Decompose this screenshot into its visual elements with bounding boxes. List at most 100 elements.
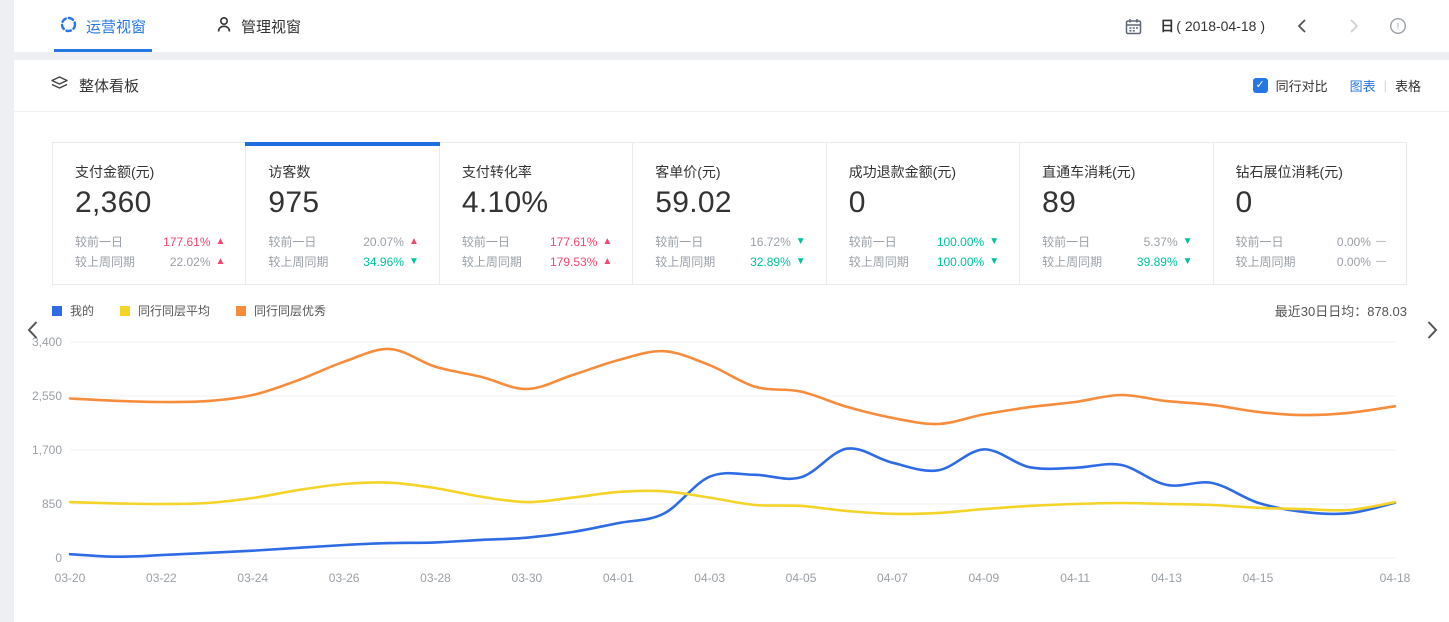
comparison-value: 32.89% (750, 252, 791, 272)
legend-label: 同行同层平均 (138, 302, 210, 319)
date-prev-icon[interactable] (1291, 15, 1313, 37)
comparison-label: 较前一日 (1042, 232, 1090, 252)
flat-arrow-icon: — (1376, 232, 1386, 252)
board-controls: ✓ 同行对比 图表 | 表格 (1253, 76, 1421, 95)
legend-label: 同行同层优秀 (254, 302, 326, 319)
comparison-value: 177.61% (550, 232, 597, 252)
date-range: ( 2018-04-18 ) (1176, 18, 1265, 34)
carousel-next-icon[interactable] (1426, 320, 1439, 345)
legend-swatch (236, 306, 246, 316)
down-arrow-icon: ▼ (1183, 232, 1193, 252)
x-tick-label: 04-03 (694, 571, 725, 585)
peer-compare-label[interactable]: 同行对比 (1276, 76, 1328, 95)
comparison-value: 34.96% (363, 252, 404, 272)
y-tick-label: 850 (42, 497, 62, 511)
management-view-icon (216, 16, 232, 37)
down-arrow-icon: ▼ (796, 252, 806, 272)
down-arrow-icon: ▼ (409, 252, 419, 272)
comparison-value: 0.00% (1337, 252, 1371, 272)
layers-icon (50, 74, 69, 97)
metric-card[interactable]: 钻石展位消耗(元) 0 较前一日 0.00% — 较上周同期 0.00% — (1214, 143, 1406, 284)
x-tick-label: 04-09 (968, 571, 999, 585)
down-arrow-icon: ▼ (989, 232, 999, 252)
legend-item[interactable]: 同行同层平均 (120, 302, 210, 319)
comparison-row: 较上周同期 179.53% ▲ (462, 252, 612, 272)
metric-card[interactable]: 成功退款金额(元) 0 较前一日 100.00% ▼ 较上周同期 100.00%… (827, 143, 1020, 284)
metric-title: 客单价(元) (655, 162, 805, 182)
legend-item[interactable]: 我的 (52, 302, 94, 319)
legend-label: 我的 (70, 302, 94, 319)
comparison-label: 较前一日 (75, 232, 123, 252)
tab-label: 运营视窗 (86, 16, 146, 37)
metric-title: 支付转化率 (462, 162, 612, 182)
svg-text:!: ! (1397, 22, 1400, 33)
info-icon[interactable]: ! (1387, 15, 1409, 37)
chart-legend-row: 我的同行同层平均同行同层优秀 最近30日日均：878.03 (52, 301, 1407, 320)
tab-management-view[interactable]: 管理视窗 (210, 0, 307, 52)
up-arrow-icon: ▲ (216, 252, 226, 272)
date-controls: 日( 2018-04-18 ) ! (1122, 15, 1409, 37)
comparison-label: 较上周同期 (1042, 252, 1102, 272)
comparison-row: 较前一日 177.61% ▲ (462, 232, 612, 252)
comparison-value: 0.00% (1337, 232, 1371, 252)
y-tick-label: 1,700 (32, 443, 62, 457)
board-title: 整体看板 (79, 75, 139, 96)
legend-swatch (52, 306, 62, 316)
legend-swatch (120, 306, 130, 316)
tab-operations-view[interactable]: 运营视窗 (54, 0, 152, 52)
comparison-value: 100.00% (937, 232, 984, 252)
metric-title: 支付金额(元) (75, 162, 225, 182)
comparison-row: 较上周同期 22.02% ▲ (75, 252, 225, 272)
series-line (70, 482, 1395, 514)
date-selector[interactable]: 日( 2018-04-18 ) (1160, 16, 1265, 36)
metric-value: 59.02 (655, 183, 805, 223)
peer-compare-checkbox[interactable]: ✓ (1253, 78, 1268, 93)
comparison-label: 较上周同期 (75, 252, 135, 272)
x-tick-label: 03-22 (146, 571, 177, 585)
comparison-value: 5.37% (1144, 232, 1178, 252)
y-tick-label: 0 (55, 551, 62, 565)
comparison-label: 较上周同期 (655, 252, 715, 272)
metric-card[interactable]: 访客数 975 较前一日 20.07% ▲ 较上周同期 34.96% ▼ (246, 143, 439, 284)
metric-card[interactable]: 支付金额(元) 2,360 较前一日 177.61% ▲ 较上周同期 22.02… (53, 143, 246, 284)
down-arrow-icon: ▼ (796, 232, 806, 252)
metric-cards: 支付金额(元) 2,360 较前一日 177.61% ▲ 较上周同期 22.02… (52, 142, 1407, 285)
comparison-value: 22.02% (170, 252, 211, 272)
comparison-label: 较前一日 (849, 232, 897, 252)
comparison-value: 39.89% (1137, 252, 1178, 272)
x-tick-label: 04-01 (603, 571, 634, 585)
metric-value: 89 (1042, 183, 1192, 223)
metric-cards-carousel: 支付金额(元) 2,360 较前一日 177.61% ▲ 较上周同期 22.02… (14, 142, 1449, 285)
x-tick-label: 03-24 (237, 571, 268, 585)
comparison-value: 16.72% (750, 232, 791, 252)
x-tick-label: 03-26 (329, 571, 360, 585)
view-toggle-chart[interactable]: 图表 (1350, 76, 1376, 95)
x-tick-label: 04-13 (1151, 571, 1182, 585)
metric-card[interactable]: 客单价(元) 59.02 较前一日 16.72% ▼ 较上周同期 32.89% … (633, 143, 826, 284)
metric-title: 成功退款金额(元) (849, 162, 999, 182)
x-tick-label: 03-20 (55, 571, 86, 585)
x-tick-label: 03-28 (420, 571, 451, 585)
x-tick-label: 04-05 (786, 571, 817, 585)
metric-title: 访客数 (268, 162, 418, 182)
metric-value: 4.10% (462, 183, 612, 223)
tab-label: 管理视窗 (241, 16, 301, 37)
view-tabs: 运营视窗 管理视窗 (54, 0, 365, 52)
date-next-icon[interactable] (1343, 15, 1365, 37)
up-arrow-icon: ▲ (602, 232, 612, 252)
metric-card[interactable]: 支付转化率 4.10% 较前一日 177.61% ▲ 较上周同期 179.53%… (440, 143, 633, 284)
x-tick-label: 04-18 (1380, 571, 1411, 585)
comparison-value: 177.61% (163, 232, 210, 252)
comparison-row: 较前一日 100.00% ▼ (849, 232, 999, 252)
carousel-prev-icon[interactable] (26, 320, 39, 345)
comparison-row: 较上周同期 100.00% ▼ (849, 252, 999, 272)
calendar-icon[interactable] (1122, 15, 1144, 37)
legend-item[interactable]: 同行同层优秀 (236, 302, 326, 319)
view-toggle-table[interactable]: 表格 (1395, 76, 1421, 95)
x-tick-label: 03-30 (512, 571, 543, 585)
metric-value: 0 (849, 183, 999, 223)
comparison-label: 较上周同期 (1236, 252, 1296, 272)
y-tick-label: 2,550 (32, 389, 62, 403)
check-icon: ✓ (1255, 79, 1264, 91)
metric-card[interactable]: 直通车消耗(元) 89 较前一日 5.37% ▼ 较上周同期 39.89% ▼ (1020, 143, 1213, 284)
